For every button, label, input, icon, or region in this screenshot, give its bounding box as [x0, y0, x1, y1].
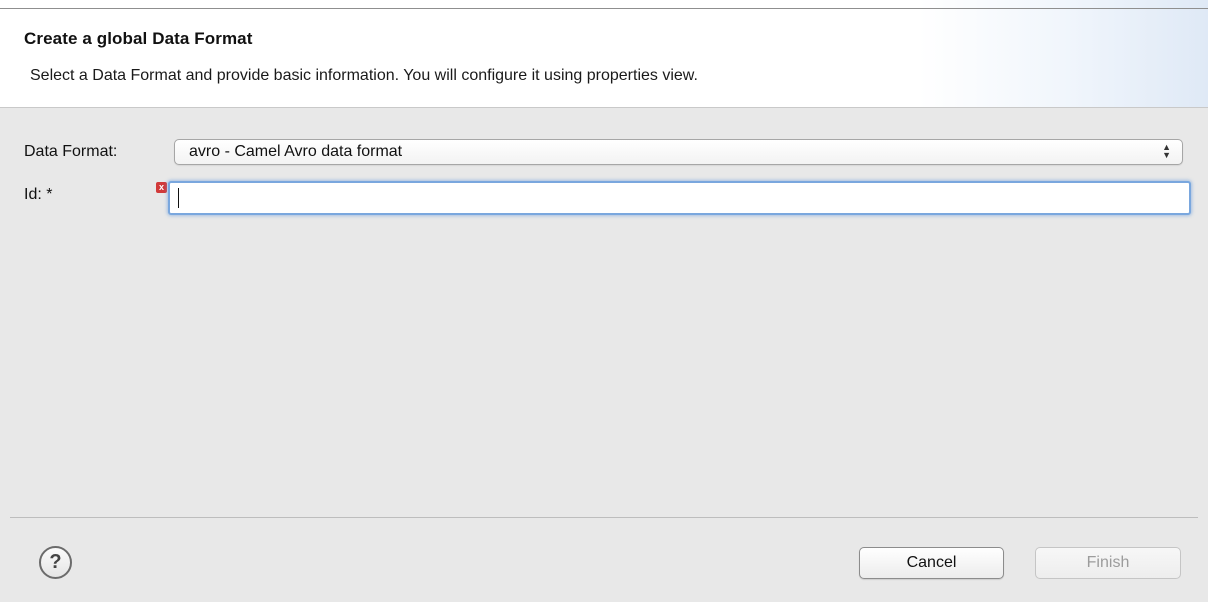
updown-chevron-icon: ▲ ▼: [1162, 142, 1171, 160]
text-caret: [178, 188, 179, 208]
id-label: Id: *: [24, 186, 53, 203]
error-icon: x: [156, 182, 167, 193]
create-data-format-dialog: Create a global Data Format Select a Dat…: [0, 0, 1208, 602]
page-description: Select a Data Format and provide basic i…: [30, 67, 698, 84]
data-format-selected-value: avro - Camel Avro data format: [189, 143, 403, 160]
page-title: Create a global Data Format: [24, 29, 253, 48]
data-format-label: Data Format:: [24, 143, 118, 160]
data-format-select[interactable]: avro - Camel Avro data format ▲ ▼: [174, 139, 1183, 165]
finish-button[interactable]: Finish: [1035, 547, 1181, 579]
cancel-button[interactable]: Cancel: [859, 547, 1004, 579]
help-icon[interactable]: ?: [39, 546, 72, 579]
wizard-banner: Create a global Data Format Select a Dat…: [0, 0, 1208, 108]
id-input[interactable]: [168, 181, 1191, 215]
footer-divider: [10, 517, 1198, 518]
